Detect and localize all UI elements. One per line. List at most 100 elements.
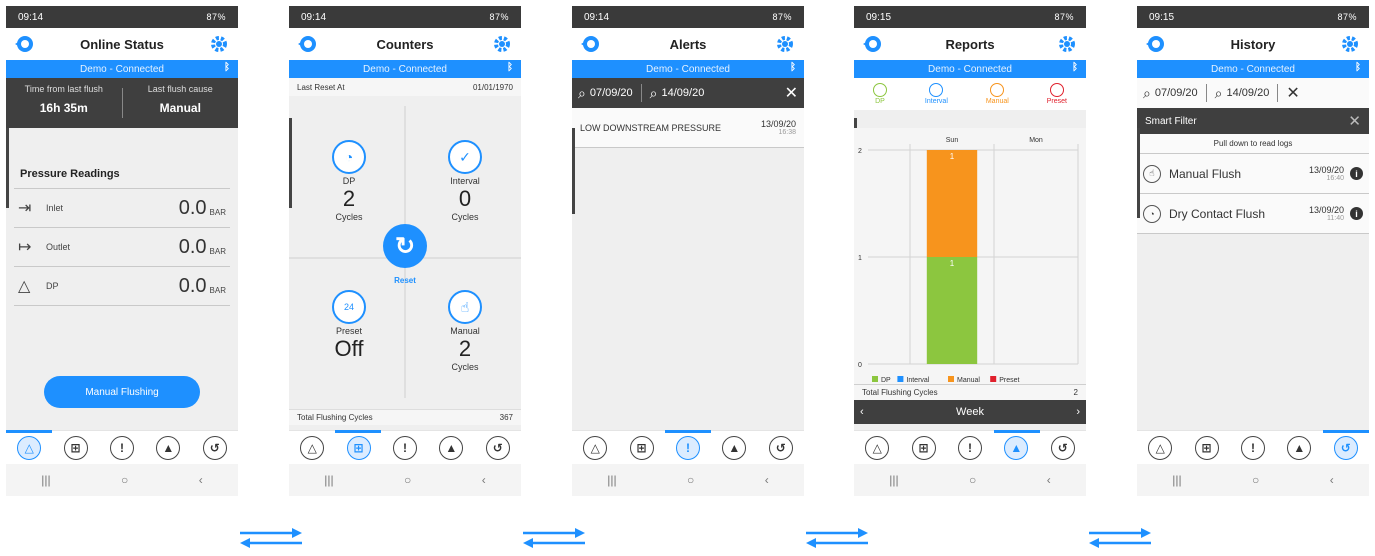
nav-chart-icon[interactable]: ▲ bbox=[1287, 435, 1312, 460]
back-icon[interactable]: ‹ bbox=[482, 473, 486, 487]
scroll-indicator bbox=[6, 128, 9, 208]
search-icon[interactable]: ⌕ bbox=[650, 85, 658, 102]
nav-history-icon[interactable]: ↺ bbox=[202, 435, 227, 460]
home-icon[interactable]: ○ bbox=[121, 473, 128, 487]
alert-row[interactable]: LOW DOWNSTREAM PRESSURE 13/09/20 16:38 bbox=[572, 108, 804, 148]
connection-banner: Demo - Connected ᛒ bbox=[572, 60, 804, 78]
nav-chart-icon[interactable]: ▲ bbox=[1004, 435, 1029, 460]
data-label: 1 bbox=[950, 152, 955, 161]
info-icon[interactable]: i bbox=[1350, 207, 1363, 220]
log-row[interactable]: ◔ Dry Contact Flush 13/09/20 11:40 i bbox=[1137, 194, 1369, 234]
log-time: 16:40 bbox=[1326, 175, 1344, 182]
gear-icon[interactable] bbox=[208, 33, 230, 55]
bluetooth-icon: ᛒ bbox=[790, 62, 796, 73]
total-label: Total Flushing Cycles bbox=[297, 413, 373, 422]
legend-swatch bbox=[990, 376, 997, 382]
bar-manual bbox=[926, 150, 978, 257]
recents-icon[interactable]: ||| bbox=[889, 473, 898, 487]
status-time: 09:14 bbox=[584, 11, 610, 23]
log-row[interactable]: ☝ Manual Flush 13/09/20 16:40 i bbox=[1137, 154, 1369, 194]
nav-grid-icon[interactable]: ⊞ bbox=[63, 435, 88, 460]
filter-dp[interactable]: DP bbox=[872, 83, 887, 105]
gear-icon[interactable] bbox=[1056, 33, 1078, 55]
gear-icon[interactable] bbox=[491, 33, 513, 55]
status-battery: 87% bbox=[772, 12, 792, 22]
nav-chart-icon[interactable]: ▲ bbox=[439, 435, 464, 460]
nav-triangle-icon[interactable]: △ bbox=[865, 435, 890, 460]
bluetooth-icon: ᛒ bbox=[224, 62, 230, 73]
date-to[interactable]: 14/09/20 bbox=[1227, 87, 1270, 99]
status-bar: 09:14 87% bbox=[572, 6, 804, 28]
phone-alerts: 09:14 87% Alerts Demo - Connected ᛒ ⌕ 07… bbox=[572, 6, 804, 496]
phone-history: 09:15 87% History Demo - Connected ᛒ ⌕ 0… bbox=[1137, 6, 1369, 496]
row-value: 0.0 bbox=[178, 235, 207, 258]
row-unit: BAR bbox=[209, 207, 226, 217]
filter-label: Manual bbox=[985, 98, 1009, 105]
nav-grid-icon[interactable]: ⊞ bbox=[346, 435, 371, 460]
search-icon[interactable]: ⌕ bbox=[1215, 85, 1223, 102]
chevron-right-icon[interactable]: › bbox=[1076, 406, 1080, 418]
gear-icon[interactable] bbox=[1339, 33, 1361, 55]
close-icon[interactable]: ✕ bbox=[1286, 83, 1299, 103]
smart-filter-bar[interactable]: Smart Filter ✕ bbox=[1137, 108, 1369, 134]
row-value: 0.0 bbox=[178, 274, 207, 297]
gear-icon[interactable] bbox=[774, 33, 796, 55]
filter-manual[interactable]: Manual bbox=[986, 83, 1009, 105]
bottom-nav: △ ⊞ ! ▲ ↺ bbox=[1137, 430, 1369, 464]
home-icon[interactable]: ○ bbox=[969, 473, 976, 487]
status-battery: 87% bbox=[1337, 12, 1357, 22]
close-icon[interactable]: ✕ bbox=[785, 83, 798, 103]
nav-grid-icon[interactable]: ⊞ bbox=[911, 435, 936, 460]
recents-icon[interactable]: ||| bbox=[41, 473, 50, 487]
legend-label: Interval bbox=[906, 377, 929, 384]
nav-history-icon[interactable]: ↺ bbox=[1333, 435, 1358, 460]
nav-chart-icon[interactable]: ▲ bbox=[722, 435, 747, 460]
swap-arrows-icon bbox=[1089, 528, 1151, 548]
nav-alert-icon[interactable]: ! bbox=[675, 435, 700, 460]
back-icon[interactable]: ‹ bbox=[1047, 473, 1051, 487]
chevron-left-icon[interactable]: ‹ bbox=[860, 406, 864, 418]
home-icon[interactable]: ○ bbox=[687, 473, 694, 487]
filter-interval[interactable]: Interval bbox=[925, 83, 948, 105]
nav-alert-icon[interactable]: ! bbox=[392, 435, 417, 460]
nav-history-icon[interactable]: ↺ bbox=[1050, 435, 1075, 460]
week-label[interactable]: Week bbox=[956, 406, 984, 418]
manual-flushing-button[interactable]: Manual Flushing bbox=[44, 376, 200, 408]
last-reset-row: Last Reset At 01/01/1970 bbox=[289, 78, 521, 96]
nav-grid-icon[interactable]: ⊞ bbox=[629, 435, 654, 460]
nav-history-icon[interactable]: ↺ bbox=[485, 435, 510, 460]
home-icon[interactable]: ○ bbox=[1252, 473, 1259, 487]
logo-icon bbox=[580, 33, 602, 55]
nav-chart-icon[interactable]: ▲ bbox=[156, 435, 181, 460]
recents-icon[interactable]: ||| bbox=[1172, 473, 1181, 487]
filter-preset[interactable]: Preset bbox=[1047, 83, 1067, 105]
nav-alert-icon[interactable]: ! bbox=[109, 435, 134, 460]
recents-icon[interactable]: ||| bbox=[324, 473, 333, 487]
back-icon[interactable]: ‹ bbox=[1330, 473, 1334, 487]
date-from[interactable]: 07/09/20 bbox=[590, 87, 633, 99]
system-nav: ||| ○ ‹ bbox=[1137, 464, 1369, 496]
back-icon[interactable]: ‹ bbox=[765, 473, 769, 487]
nav-triangle-icon[interactable]: △ bbox=[17, 435, 42, 460]
close-icon[interactable]: ✕ bbox=[1348, 112, 1361, 130]
back-icon[interactable]: ‹ bbox=[199, 473, 203, 487]
recents-icon[interactable]: ||| bbox=[607, 473, 616, 487]
data-label: 1 bbox=[950, 259, 955, 268]
nav-alert-icon[interactable]: ! bbox=[957, 435, 982, 460]
info-icon[interactable]: i bbox=[1350, 167, 1363, 180]
reset-button[interactable]: ↻ bbox=[383, 224, 427, 268]
logo-icon bbox=[14, 33, 36, 55]
home-icon[interactable]: ○ bbox=[404, 473, 411, 487]
date-to[interactable]: 14/09/20 bbox=[662, 87, 705, 99]
nav-triangle-icon[interactable]: △ bbox=[300, 435, 325, 460]
search-icon[interactable]: ⌕ bbox=[1143, 85, 1151, 102]
preset-counter: 24 Preset Off bbox=[299, 290, 399, 362]
search-icon[interactable]: ⌕ bbox=[578, 85, 586, 102]
nav-triangle-icon[interactable]: △ bbox=[1148, 435, 1173, 460]
nav-history-icon[interactable]: ↺ bbox=[768, 435, 793, 460]
nav-grid-icon[interactable]: ⊞ bbox=[1194, 435, 1219, 460]
nav-alert-icon[interactable]: ! bbox=[1240, 435, 1265, 460]
date-from[interactable]: 07/09/20 bbox=[1155, 87, 1198, 99]
nav-indicator bbox=[1323, 430, 1369, 433]
nav-triangle-icon[interactable]: △ bbox=[583, 435, 608, 460]
